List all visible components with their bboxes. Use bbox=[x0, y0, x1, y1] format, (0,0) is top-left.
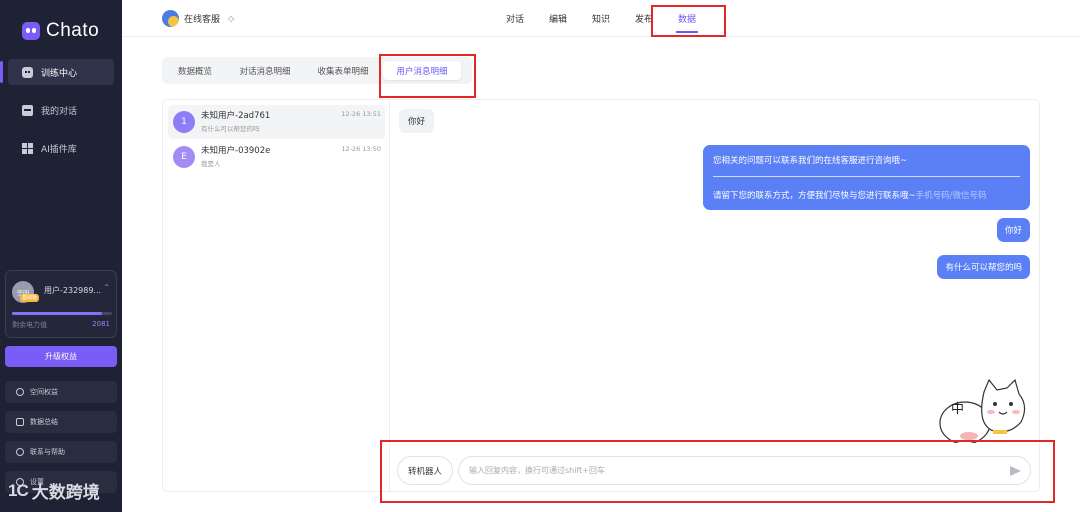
conversation-preview: 有什么可以帮您的吗 bbox=[201, 125, 260, 133]
watermark-logo: 1C bbox=[8, 480, 29, 500]
message-line: 请留下您的联系方式，方便我们尽快与您进行联系哦~手机号码/微信号码 bbox=[713, 189, 987, 201]
brand-name: Chato bbox=[46, 20, 100, 41]
side-link-label: 数据总结 bbox=[30, 418, 58, 426]
bot-name: 在线客服 bbox=[184, 15, 221, 25]
chato-logo-icon bbox=[22, 22, 40, 40]
cart-icon bbox=[16, 418, 24, 426]
bot-avatar-icon bbox=[162, 10, 179, 27]
highlight-box-data-tab bbox=[651, 5, 726, 37]
selector-caret-icon: ◇ bbox=[228, 14, 235, 23]
top-bar: 在线客服 ◇ 对话 编辑 知识 发布 数据 bbox=[122, 0, 1080, 37]
conversation-list: 1 未知用户-2ad761 有什么可以帮您的吗 12-26 13:51 E 未知… bbox=[162, 99, 390, 492]
side-link-label: 联系与帮助 bbox=[30, 448, 65, 456]
help-icon bbox=[16, 448, 24, 456]
conversation-user-name: 未知用户-03902e bbox=[201, 146, 271, 156]
logo[interactable]: Chato bbox=[22, 20, 99, 42]
nav-tab-chat[interactable]: 对话 bbox=[506, 12, 524, 25]
data-summary-link[interactable]: 数据总结 bbox=[5, 411, 117, 433]
conversation-time: 12-26 13:50 bbox=[341, 145, 381, 153]
conversation-user-name: 未知用户-2ad761 bbox=[201, 111, 271, 121]
sticker-text: 中 bbox=[951, 402, 964, 417]
message-divider bbox=[713, 176, 1020, 177]
incoming-message: 你好 bbox=[399, 109, 435, 133]
plugin-grid-icon bbox=[22, 142, 33, 154]
sidebar-item-label: 训练中心 bbox=[41, 68, 78, 79]
robot-icon bbox=[22, 66, 33, 78]
conversation-time: 12-26 13:51 bbox=[341, 110, 381, 118]
outgoing-message: 你好 bbox=[996, 218, 1030, 242]
user-card[interactable]: 空间 基础版 用户-232989... ⌃ 剩余电力值 2081 bbox=[5, 270, 117, 338]
tab-data-overview[interactable]: 数据概览 bbox=[168, 61, 222, 80]
watermark-text: 大数跨境 bbox=[31, 483, 100, 503]
power-value: 2081 bbox=[92, 320, 110, 328]
sidebar-item-my-chats[interactable]: 我的对话 bbox=[8, 97, 114, 123]
outgoing-message: 有什么可以帮您的吗 bbox=[937, 255, 1030, 279]
contact-link[interactable]: 手机号码/微信号码 bbox=[916, 191, 987, 201]
user-avatar: 1 bbox=[173, 111, 195, 133]
watermark: 1C 大数跨境 bbox=[8, 478, 100, 504]
nav-tab-knowledge[interactable]: 知识 bbox=[592, 12, 610, 25]
sidebar-item-label: AI插件库 bbox=[41, 144, 77, 155]
shield-icon bbox=[16, 388, 24, 396]
user-name: 用户-232989... bbox=[44, 286, 102, 295]
highlight-box-composer bbox=[380, 440, 1055, 503]
power-label: 剩余电力值 bbox=[12, 321, 47, 329]
power-progress-fill bbox=[12, 312, 102, 315]
sidebar-item-label: 我的对话 bbox=[41, 106, 78, 117]
highlight-box-user-messages-tab bbox=[379, 54, 476, 98]
message-text: 请留下您的联系方式，方便我们尽快与您进行联系哦~ bbox=[713, 191, 916, 201]
list-item[interactable]: E 未知用户-03902e 我是人 12-26 13:50 bbox=[168, 140, 385, 174]
message-line: 您相关的问题可以联系我们的在线客服进行咨询哦~ bbox=[713, 156, 908, 166]
chat-icon bbox=[22, 104, 33, 116]
power-progress-bar bbox=[12, 312, 112, 315]
list-item[interactable]: 1 未知用户-2ad761 有什么可以帮您的吗 12-26 13:51 bbox=[168, 105, 385, 139]
space-rights-link[interactable]: 空间权益 bbox=[5, 381, 117, 403]
conversation-preview: 我是人 bbox=[201, 160, 221, 168]
chat-panel: 你好 您相关的问题可以联系我们的在线客服进行咨询哦~ 请留下您的联系方式，方便我… bbox=[390, 99, 1040, 492]
nav-tab-edit[interactable]: 编辑 bbox=[549, 12, 567, 25]
sidebar: Chato 训练中心 我的对话 AI插件库 空间 基础版 用户-232989..… bbox=[0, 0, 122, 512]
sidebar-item-training-center[interactable]: 训练中心 bbox=[0, 59, 114, 85]
app-root: Chato 训练中心 我的对话 AI插件库 空间 基础版 用户-232989..… bbox=[0, 0, 1080, 512]
user-avatar: E bbox=[173, 146, 195, 168]
sidebar-item-ai-plugins[interactable]: AI插件库 bbox=[8, 135, 114, 161]
expand-toggle-icon[interactable]: ⌃ bbox=[103, 283, 110, 292]
tab-conversation-details[interactable]: 对话消息明细 bbox=[230, 61, 300, 80]
plan-badge: 基础版 bbox=[20, 294, 40, 302]
side-link-label: 空间权益 bbox=[30, 388, 58, 396]
bot-selector[interactable]: 在线客服 ◇ bbox=[162, 10, 234, 27]
contact-help-link[interactable]: 联系与帮助 bbox=[5, 441, 117, 463]
tab-form-details[interactable]: 收集表单明细 bbox=[308, 61, 378, 80]
cat-sticker-image: 中 bbox=[939, 378, 1026, 443]
outgoing-message-contact: 您相关的问题可以联系我们的在线客服进行咨询哦~ 请留下您的联系方式，方便我们尽快… bbox=[703, 145, 1030, 210]
upgrade-button[interactable]: 升级权益 bbox=[5, 346, 117, 367]
